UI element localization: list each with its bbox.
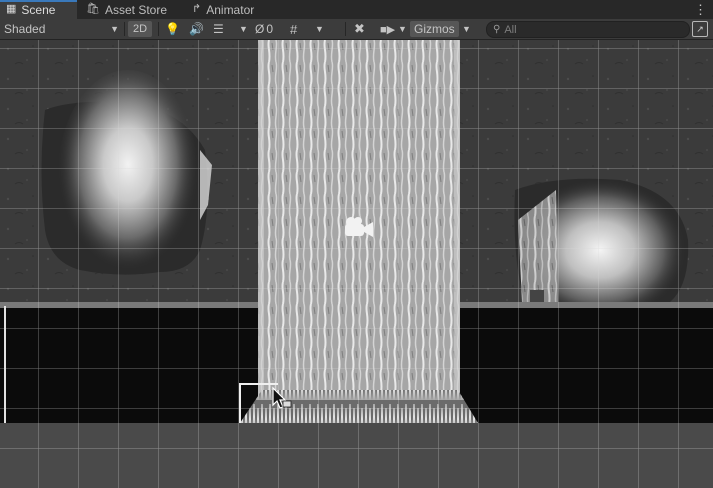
effects-toggle-icon[interactable]: ☰ xyxy=(213,21,224,37)
scene-grid xyxy=(0,40,713,488)
hidden-objects-toggle[interactable]: Ø 0 xyxy=(255,21,273,37)
toolbar-divider xyxy=(158,22,159,36)
audio-toggle-icon[interactable]: 🔊 xyxy=(189,21,204,37)
tab-scene-label: Scene xyxy=(21,2,56,17)
shading-mode-dropdown[interactable]: Shaded ▼ xyxy=(4,21,119,37)
tab-animator-label: Animator xyxy=(206,2,255,17)
scene-viewport[interactable] xyxy=(0,40,713,488)
bag-icon: 🛍 xyxy=(86,3,100,15)
chevron-down-icon[interactable]: ▼ xyxy=(315,21,324,37)
tab-asset-store-label: Asset Store xyxy=(104,2,167,17)
animator-icon: ↱ xyxy=(192,3,202,15)
more-options-icon[interactable]: ⋮ xyxy=(694,0,707,19)
maximize-icon[interactable]: ↗ xyxy=(692,21,708,37)
tab-asset-store[interactable]: 🛍 Asset Store xyxy=(86,0,167,19)
search-placeholder: All xyxy=(504,23,517,36)
toolbar-divider xyxy=(124,22,125,36)
2d-mode-button[interactable]: 2D xyxy=(128,21,153,37)
tab-scene[interactable]: ▦ Scene xyxy=(0,0,77,19)
search-input[interactable]: ⚲ All xyxy=(486,21,690,38)
tab-bar: ▦ Scene 🛍 Asset Store ↱ Animator ⋮ xyxy=(0,0,713,19)
scene-canvas[interactable] xyxy=(0,40,713,488)
tab-animator[interactable]: ↱ Animator xyxy=(192,0,254,19)
grid-icon: ▦ xyxy=(6,3,17,15)
lighting-toggle-icon[interactable]: 💡 xyxy=(165,21,180,37)
eye-slash-icon: Ø xyxy=(255,22,265,36)
scene-toolbar: Shaded ▼ 2D 💡 🔊 ☰ ▼ Ø 0 # ▼ ✖ ■▶ ▼ Gizmo… xyxy=(0,19,713,40)
tools-icon[interactable]: ✖ xyxy=(354,21,365,37)
toolbar-divider xyxy=(345,22,346,36)
camera-settings-icon[interactable]: ■▶ xyxy=(380,21,395,37)
selection-edge xyxy=(4,306,6,423)
chevron-down-icon[interactable]: ▼ xyxy=(462,21,471,37)
grid-snap-icon[interactable]: # xyxy=(290,21,297,37)
shading-mode-value: Shaded xyxy=(4,22,46,36)
gizmos-label: Gizmos xyxy=(414,22,455,36)
hidden-objects-count: 0 xyxy=(266,22,274,36)
search-icon: ⚲ xyxy=(493,24,501,35)
chevron-down-icon[interactable]: ▼ xyxy=(398,21,407,37)
gizmos-button[interactable]: Gizmos xyxy=(410,21,459,37)
chevron-down-icon[interactable]: ▼ xyxy=(239,21,248,37)
chevron-down-icon: ▼ xyxy=(110,24,119,34)
